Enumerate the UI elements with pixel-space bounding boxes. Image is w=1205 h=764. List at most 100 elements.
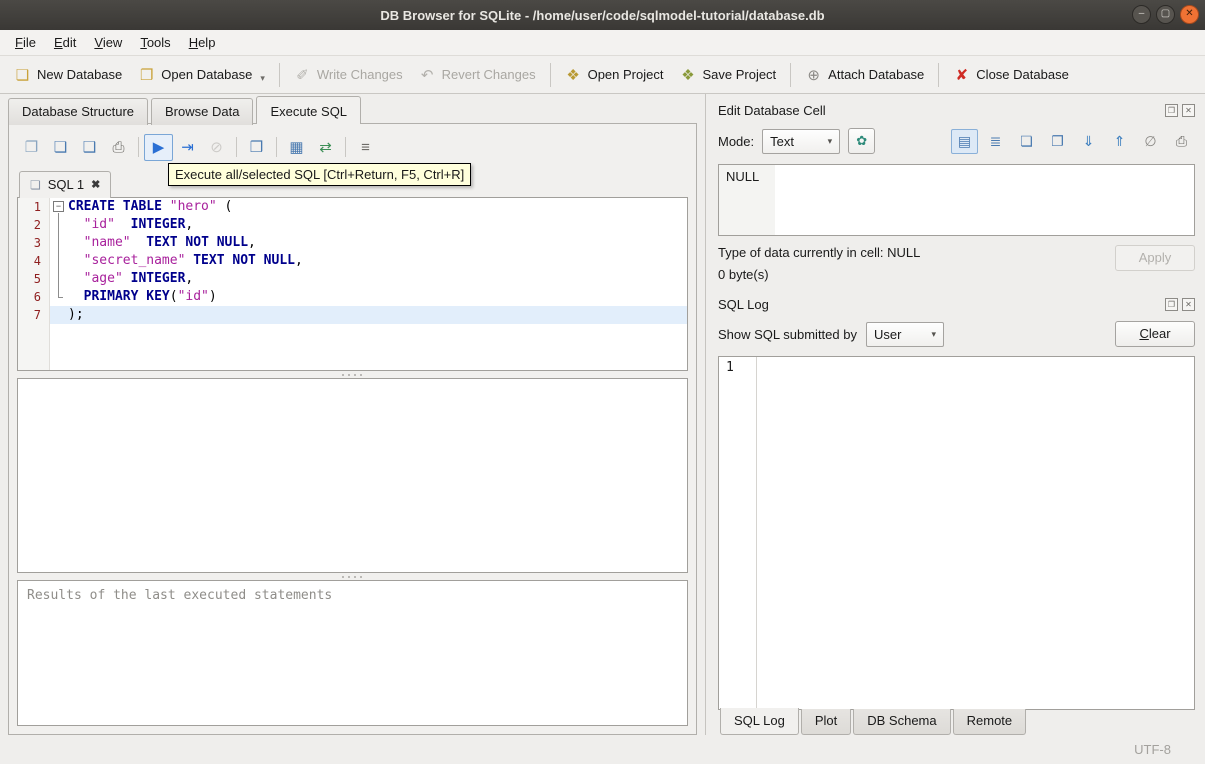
main-tab-bar: Database Structure Browse Data Execute SQL xyxy=(8,96,697,125)
editor-line[interactable]: 6 PRIMARY KEY("id") xyxy=(18,288,687,306)
tab-execute-sql[interactable]: Execute SQL xyxy=(256,96,362,124)
bottom-tab-bar: SQL Log Plot DB Schema Remote xyxy=(718,708,1195,735)
print-button[interactable]: ⎙ xyxy=(104,134,133,161)
execute-all-button[interactable]: ▶ xyxy=(144,133,173,161)
menu-tools[interactable]: Tools xyxy=(131,30,179,55)
menu-edit[interactable]: Edit xyxy=(45,30,85,55)
attach-database-icon: ⊕ xyxy=(807,66,820,84)
right-pane: Edit Database Cell ❐ ✕ Mode: Text ▾ ✿ ▤ ≣… xyxy=(705,94,1205,735)
open-database-dropdown-icon[interactable]: ▾ xyxy=(260,73,265,84)
toolbar-button-label: New Database xyxy=(37,67,123,82)
wrap-lines-icon: ≣ xyxy=(989,132,1002,149)
print-cell-button[interactable]: ⎙ xyxy=(1168,129,1195,154)
paste-cell-button[interactable]: ❐ xyxy=(1044,129,1071,154)
save-project-button[interactable]: ❖ Save Project xyxy=(671,61,784,89)
attach-database-button[interactable]: ⊕ Attach Database xyxy=(797,61,932,89)
cell-content: NULL xyxy=(726,169,760,184)
editor-line[interactable]: 7); xyxy=(18,306,687,324)
fold-guide xyxy=(50,252,68,270)
close-button[interactable]: ✕ xyxy=(1180,5,1199,24)
menu-view[interactable]: View xyxy=(85,30,131,55)
tab-plot[interactable]: Plot xyxy=(800,709,852,735)
tab-db-schema[interactable]: DB Schema xyxy=(853,709,951,735)
wrap-lines-button[interactable]: ≣ xyxy=(982,129,1009,154)
editor-lines: 1− CREATE TABLE "hero" (2 "id" INTEGER, 3 … xyxy=(18,198,687,324)
export-icon: ▦ xyxy=(289,139,304,156)
menu-file[interactable]: File xyxy=(6,30,45,55)
sql-document-tab[interactable]: ❏ SQL 1 ✖ xyxy=(19,171,112,198)
tab-browse-data[interactable]: Browse Data xyxy=(151,98,254,125)
tab-sql-log[interactable]: SQL Log xyxy=(720,708,799,735)
status-bar: UTF-8 xyxy=(0,735,1205,764)
splitter-handle[interactable] xyxy=(17,371,688,378)
mode-select[interactable]: Text ▾ xyxy=(762,128,841,154)
toolbar-button-label: Revert Changes xyxy=(441,67,536,82)
log-line-number: 1 xyxy=(726,360,734,375)
editor-line[interactable]: 4 "secret_name" TEXT NOT NULL, xyxy=(18,252,687,270)
open-database-button[interactable]: ❐ Open Database ▾ xyxy=(130,61,273,89)
chevron-down-icon: ▾ xyxy=(827,135,833,146)
editor-line[interactable]: 3 "name" TEXT NOT NULL, xyxy=(18,234,687,252)
write-changes-icon: ✐ xyxy=(296,66,309,84)
float-panel-icon[interactable]: ❐ xyxy=(1165,297,1178,311)
splitter-handle[interactable] xyxy=(17,573,688,580)
line-number: 3 xyxy=(33,236,41,250)
apply-button[interactable]: Apply xyxy=(1115,245,1195,271)
toolbar-separator xyxy=(549,62,551,87)
export-button[interactable]: ▦ xyxy=(282,134,311,161)
editor-line[interactable]: 2 "id" INTEGER, xyxy=(18,216,687,234)
new-database-button[interactable]: ❏ New Database xyxy=(6,61,130,89)
sql-editor-toolbar: ❐ ❏ ❑ ⎙ ▶ ⇥ ⊘ ❒ ▦ ⇄ ≡ xyxy=(17,130,688,164)
format-sql-button[interactable]: ≡ xyxy=(351,134,380,161)
float-panel-icon[interactable]: ❐ xyxy=(1165,103,1178,117)
save-results-button[interactable]: ❒ xyxy=(242,134,271,161)
log-filter-row: Show SQL submitted by User ▾ Clear xyxy=(718,319,1195,349)
save-project-icon: ❖ xyxy=(681,66,695,84)
document-icon: ❏ xyxy=(30,177,41,192)
log-line-gutter: 1 xyxy=(719,357,757,709)
clear-log-button[interactable]: Clear xyxy=(1115,321,1195,347)
line-number: 6 xyxy=(33,290,41,304)
text-view-button[interactable]: ▤ xyxy=(951,128,978,154)
open-sql-file-icon: ❐ xyxy=(24,139,39,156)
result-grid[interactable] xyxy=(17,378,688,573)
set-null-button[interactable]: ∅ xyxy=(1137,129,1164,154)
line-number: 1 xyxy=(33,200,41,214)
close-panel-icon[interactable]: ✕ xyxy=(1182,297,1195,311)
code-text: "name" TEXT NOT NULL, xyxy=(83,235,256,250)
title-bar[interactable]: DB Browser for SQLite - /home/user/code/… xyxy=(0,0,1205,30)
save-sql-as-button[interactable]: ❑ xyxy=(75,134,104,161)
cell-size-info: 0 byte(s) xyxy=(718,267,769,282)
collapse-icon[interactable]: − xyxy=(53,201,64,212)
open-sql-file-button[interactable]: ❐ xyxy=(17,134,46,161)
export-cell-button[interactable]: ⇑ xyxy=(1106,129,1133,154)
toolbar-button-label: Attach Database xyxy=(828,67,925,82)
sql-log-area[interactable]: 1 xyxy=(718,356,1195,710)
sql-editor[interactable]: 1− CREATE TABLE "hero" (2 "id" INTEGER, 3 … xyxy=(17,197,688,371)
log-filter-select[interactable]: User ▾ xyxy=(865,321,944,347)
maximize-button[interactable]: ▢ xyxy=(1156,5,1175,24)
menu-help[interactable]: Help xyxy=(180,30,225,55)
tab-remote[interactable]: Remote xyxy=(952,709,1027,735)
save-sql-file-button[interactable]: ❏ xyxy=(46,134,75,161)
close-database-button[interactable]: ✘ Close Database xyxy=(945,61,1077,89)
close-panel-icon[interactable]: ✕ xyxy=(1182,103,1195,117)
mode-settings-button[interactable]: ✿ xyxy=(848,128,876,154)
stop-icon: ⊘ xyxy=(210,139,223,156)
import-cell-button[interactable]: ⇓ xyxy=(1075,129,1102,154)
fold-toggle[interactable]: − xyxy=(50,198,68,216)
editor-line[interactable]: 5 "age" INTEGER, xyxy=(18,270,687,288)
execute-line-button[interactable]: ⇥ xyxy=(173,134,202,161)
minimize-button[interactable]: – xyxy=(1132,5,1151,24)
open-project-button[interactable]: ❖ Open Project xyxy=(557,61,672,89)
find-replace-button[interactable]: ⇄ xyxy=(311,134,340,161)
print-cell-icon: ⎙ xyxy=(1175,132,1188,149)
cell-editor[interactable]: NULL xyxy=(718,164,1195,236)
editor-line[interactable]: 1 − CREATE TABLE "hero" ( xyxy=(18,198,687,216)
paste-cell-icon: ❐ xyxy=(1051,132,1064,149)
tab-database-structure[interactable]: Database Structure xyxy=(8,98,149,125)
save-results-icon: ❒ xyxy=(249,139,264,156)
execute-sql-panel: ❐ ❏ ❑ ⎙ ▶ ⇥ ⊘ ❒ ▦ ⇄ ≡ ❏ SQL 1 ✖ 1 − CREATE TABLE "hero… xyxy=(8,123,697,735)
close-tab-icon[interactable]: ✖ xyxy=(91,178,100,191)
copy-cell-button[interactable]: ❏ xyxy=(1013,129,1040,154)
